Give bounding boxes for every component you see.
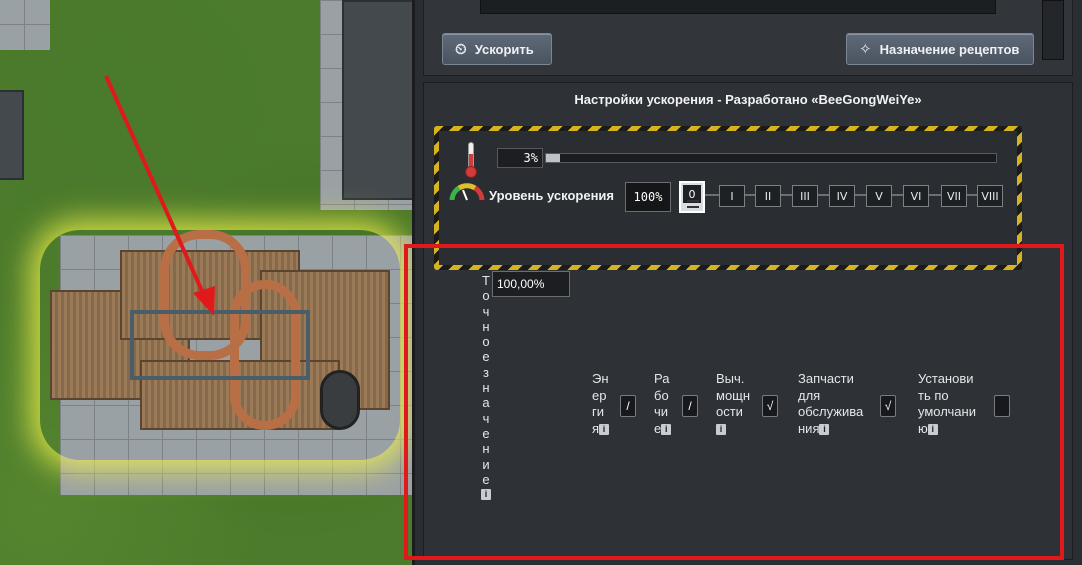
stopwatch-icon: ⏲: [455, 40, 467, 58]
level-button-7[interactable]: VII: [941, 185, 967, 207]
boost-level-selector: 0 I II III IV V VI VII VIII: [679, 181, 1009, 217]
machine-frame: [130, 310, 310, 380]
boost-level-label: Уровень ускорения: [489, 188, 614, 203]
exact-value-input[interactable]: 100,00%: [492, 271, 570, 297]
game-world-view[interactable]: [0, 0, 420, 565]
boost-level-percent: 100%: [625, 182, 671, 212]
level-button-4[interactable]: IV: [829, 185, 855, 207]
machine-panel: ⏲ Ускорить ✧ Назначение рецептов Настрой…: [412, 0, 1082, 565]
option-workers-checkbox[interactable]: /: [682, 395, 698, 417]
level-button-8[interactable]: VIII: [977, 185, 1003, 207]
exact-value-label: Точноезначениеi: [481, 273, 491, 501]
info-icon[interactable]: i: [661, 423, 672, 435]
neighbor-building[interactable]: [342, 0, 420, 200]
option-compute-checkbox[interactable]: √: [762, 395, 778, 417]
boost-button-label: Ускорить: [474, 41, 534, 57]
scrollbar[interactable]: [1042, 0, 1064, 60]
boost-control-box: 3% Уровень ускорения 100% 0 I II III IV …: [434, 126, 1022, 270]
level-button-5[interactable]: V: [866, 185, 892, 207]
recipes-button-label: Назначение рецептов: [879, 41, 1020, 57]
level-button-2[interactable]: II: [755, 185, 781, 207]
boost-button[interactable]: ⏲ Ускорить: [442, 33, 552, 65]
top-toolbar: ⏲ Ускорить ✧ Назначение рецептов: [423, 0, 1073, 76]
settings-title: Настройки ускорения - Разработано «BeeGo…: [574, 92, 922, 107]
recipes-button[interactable]: ✧ Назначение рецептов: [846, 33, 1034, 65]
chimney-icon: [320, 370, 360, 430]
recipe-slot: [480, 0, 996, 14]
slider-percent: 3%: [497, 148, 543, 168]
option-energy-checkbox[interactable]: /: [620, 395, 636, 417]
boost-settings-panel: Настройки ускорения - Разработано «BeeGo…: [423, 82, 1073, 560]
concrete-floor-top: [0, 0, 50, 50]
level-button-1[interactable]: I: [719, 185, 745, 207]
option-workers-label: Ра бо чи еi: [654, 371, 672, 436]
option-compute-label: Выч. мощн ости i: [716, 371, 751, 435]
boost-slider-fill: [546, 154, 560, 162]
selected-machine[interactable]: [40, 230, 400, 460]
option-default-label: Установи ть по умолчани юi: [918, 371, 976, 436]
level-button-0[interactable]: 0: [679, 181, 705, 213]
gauge-icon: [449, 183, 485, 201]
info-icon[interactable]: i: [716, 423, 726, 435]
info-icon[interactable]: i: [819, 423, 830, 435]
option-energy-label: Эн ер ги яi: [592, 371, 610, 436]
option-maintenance-checkbox[interactable]: √: [880, 395, 896, 417]
left-building[interactable]: [0, 90, 24, 180]
wand-icon: ✧: [859, 40, 872, 58]
info-icon[interactable]: i: [599, 423, 610, 435]
option-maintenance-label: Запчасти для обслужива ния i: [798, 371, 864, 436]
info-icon[interactable]: i: [927, 423, 938, 435]
level-button-3[interactable]: III: [792, 185, 818, 207]
boost-slider[interactable]: [545, 153, 997, 163]
thermometer-icon: [463, 142, 477, 178]
level-button-6[interactable]: VI: [903, 185, 929, 207]
option-default-checkbox[interactable]: [994, 395, 1010, 417]
info-icon[interactable]: i: [481, 489, 491, 501]
